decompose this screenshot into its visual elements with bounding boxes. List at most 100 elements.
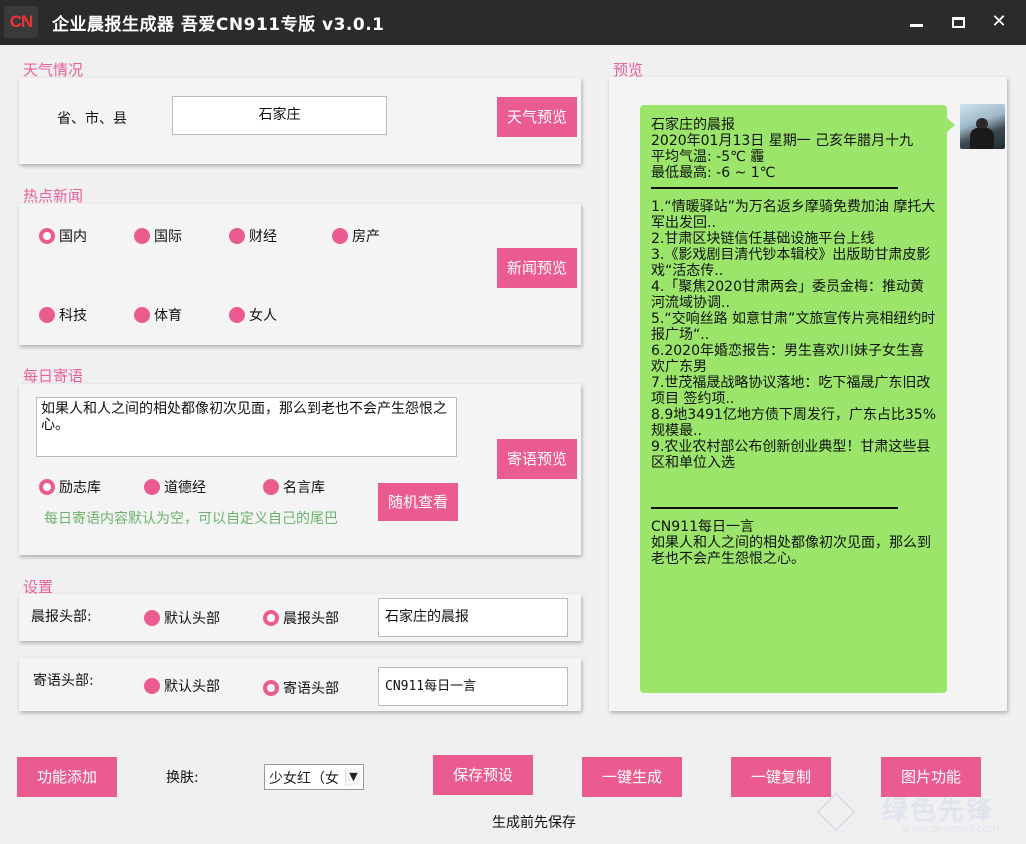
weather-section-label: 天气情况	[23, 61, 84, 79]
radio-label: 房产	[352, 229, 380, 245]
radio-label: 默认头部	[164, 679, 220, 695]
preview-news-item: 8.9地3491亿地方债下周发行，广东占比35%规模最..	[651, 407, 937, 439]
watermark-url: www.greenxf.com	[902, 822, 1000, 835]
maximize-button[interactable]	[944, 10, 972, 34]
radio-label: 国内	[59, 229, 87, 245]
radio-dot-icon	[144, 479, 160, 495]
news-panel: 国内 国际 财经 房产 科技 体育 女人 新闻预览	[19, 204, 581, 345]
header-radio-default[interactable]: 默认头部	[144, 608, 220, 628]
preview-divider	[651, 507, 898, 509]
news-preview-button[interactable]: 新闻预览	[497, 248, 577, 288]
news-radio-tech[interactable]: 科技	[39, 305, 87, 325]
quote-panel: 如果人和人之间的相处都像初次见面，那么到老也不会产生怨恨之心。 励志库 道德经 …	[19, 384, 581, 555]
report-header-label: 晨报头部:	[31, 609, 92, 625]
quote-header-input[interactable]: CN911每日一言	[378, 667, 568, 706]
radio-dot-icon	[134, 228, 150, 244]
avatar	[960, 104, 1005, 149]
radio-label: 名言库	[283, 480, 325, 496]
add-feature-button[interactable]: 功能添加	[17, 757, 117, 797]
maximize-icon	[951, 17, 965, 28]
header-settings-panel: 晨报头部: 默认头部 晨报头部 石家庄的晨报	[19, 594, 581, 641]
generate-button[interactable]: 一键生成	[582, 757, 682, 797]
skin-select-value: 少女红（女	[269, 771, 339, 787]
quote-preview-button[interactable]: 寄语预览	[497, 439, 577, 479]
watermark: 绿色先锋 www.greenxf.com	[812, 786, 1026, 844]
preview-news-item: 2.甘肃区块链信任基础设施平台上线	[651, 231, 875, 247]
save-preset-button[interactable]: 保存预设	[433, 755, 533, 795]
title-bar: CN 企业晨报生成器 吾爱CN911专版 v3.0.1 ✕	[0, 0, 1026, 45]
preview-avg-temp: 平均气温: -5℃ 霾	[651, 149, 765, 165]
preview-news-item: 3.《影戏剧目清代钞本辑校》出版助甘肃皮影戏“活态传..	[651, 247, 931, 279]
radio-dot-icon	[332, 228, 348, 244]
radio-label: 女人	[249, 308, 277, 324]
watermark-logo-icon	[816, 792, 856, 832]
skin-select[interactable]: 少女红（女 ▼	[264, 764, 364, 790]
preview-min-max: 最低最高: -6 ~ 1℃	[651, 165, 776, 181]
chevron-down-icon: ▼	[345, 768, 361, 786]
preview-quote-text: 如果人和人之间的相处都像初次见面，那么到老也不会产生怨恨之心。	[651, 535, 931, 567]
preview-news-item: 6.2020年婚恋报告：男生喜欢川妹子女生喜欢广东男	[651, 343, 924, 375]
radio-dot-icon	[134, 307, 150, 323]
preview-message-bubble: 石家庄的晨报 2020年01月13日 星期一 己亥年腊月十九 平均气温: -5℃…	[640, 105, 947, 693]
quote-radio-daodejing[interactable]: 道德经	[144, 477, 206, 497]
app-logo-icon: CN	[4, 6, 38, 38]
save-hint-text: 生成前先保存	[492, 815, 576, 831]
minimize-icon	[909, 24, 923, 27]
preview-divider	[651, 187, 898, 189]
close-button[interactable]: ✕	[985, 10, 1013, 34]
radio-label: 默认头部	[164, 611, 220, 627]
quote-radio-famous[interactable]: 名言库	[263, 477, 325, 497]
radio-label: 科技	[59, 308, 87, 324]
random-view-button[interactable]: 随机查看	[378, 483, 458, 521]
radio-label: 寄语头部	[283, 681, 339, 697]
radio-label: 国际	[154, 229, 182, 245]
radio-label: 财经	[249, 229, 277, 245]
preview-news-item: 1.“情暖驿站”为万名返乡摩骑免费加油 摩托大军出发回..	[651, 199, 936, 231]
radio-label: 励志库	[59, 480, 101, 496]
news-radio-domestic[interactable]: 国内	[39, 226, 87, 246]
quote-hint-text: 每日寄语内容默认为空，可以自定义自己的尾巴	[44, 511, 338, 527]
preview-news-item: 4.「聚焦2020甘肃两会」委员金梅：推动黄河流域协调..	[651, 279, 924, 311]
radio-dot-icon	[39, 479, 55, 495]
news-radio-international[interactable]: 国际	[134, 226, 182, 246]
location-input[interactable]: 石家庄	[172, 96, 387, 135]
news-radio-realestate[interactable]: 房产	[332, 226, 380, 246]
radio-dot-icon	[263, 610, 279, 626]
news-radio-sports[interactable]: 体育	[134, 305, 182, 325]
preview-quote-header: CN911每日一言	[651, 519, 754, 535]
news-radio-women[interactable]: 女人	[229, 305, 277, 325]
preview-report-title: 石家庄的晨报	[651, 117, 735, 133]
radio-dot-icon	[263, 680, 279, 696]
location-label: 省、市、县	[57, 111, 127, 127]
preview-news-item: 9.农业农村部公布创新创业典型！甘肃这些县区和单位入选	[651, 439, 931, 471]
news-section-label: 热点新闻	[23, 187, 84, 205]
news-radio-finance[interactable]: 财经	[229, 226, 277, 246]
skin-label: 换肤:	[166, 770, 199, 786]
quote-radio-inspirational[interactable]: 励志库	[39, 477, 101, 497]
weather-preview-button[interactable]: 天气预览	[497, 97, 577, 137]
quote-header-radio-default[interactable]: 默认头部	[144, 676, 220, 696]
radio-label: 道德经	[164, 480, 206, 496]
weather-panel: 省、市、县 石家庄 天气预览	[19, 78, 581, 164]
radio-dot-icon	[144, 610, 160, 626]
report-header-input[interactable]: 石家庄的晨报	[378, 598, 568, 637]
bubble-arrow	[947, 118, 955, 132]
minimize-button[interactable]	[902, 10, 930, 34]
radio-dot-icon	[39, 307, 55, 323]
radio-dot-icon	[229, 228, 245, 244]
preview-news-item: 7.世茂福晟战略协议落地：吃下福晟广东旧改项目 签约项..	[651, 375, 931, 407]
header-radio-custom[interactable]: 晨报头部	[263, 608, 339, 628]
radio-dot-icon	[263, 479, 279, 495]
quote-header-settings-panel: 寄语头部: 默认头部 寄语头部 CN911每日一言	[19, 658, 581, 711]
radio-label: 晨报头部	[283, 611, 339, 627]
window-title: 企业晨报生成器 吾爱CN911专版 v3.0.1	[52, 15, 385, 35]
quote-header-label: 寄语头部:	[33, 673, 94, 689]
radio-dot-icon	[229, 307, 245, 323]
quote-header-radio-custom[interactable]: 寄语头部	[263, 678, 339, 698]
quote-section-label: 每日寄语	[23, 367, 84, 385]
preview-date-line: 2020年01月13日 星期一 己亥年腊月十九	[651, 133, 914, 149]
radio-label: 体育	[154, 308, 182, 324]
quote-textarea[interactable]: 如果人和人之间的相处都像初次见面，那么到老也不会产生怨恨之心。	[36, 397, 457, 457]
radio-dot-icon	[39, 228, 55, 244]
preview-news-item: 5.“交响丝路 如意甘肃”文旅宣传片亮相纽约时报广场“..	[651, 311, 936, 343]
